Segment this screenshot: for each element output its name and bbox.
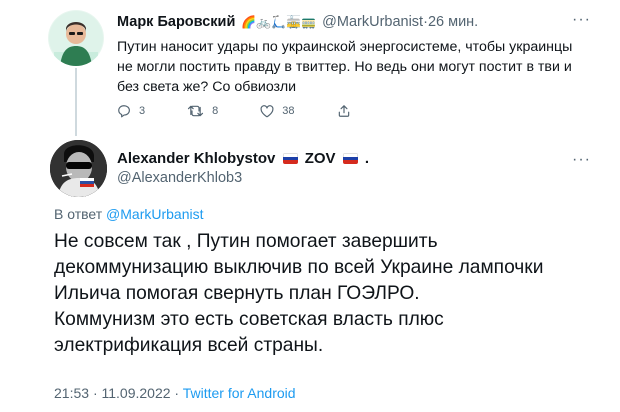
footer-separator: · xyxy=(92,385,98,401)
tweet2-date[interactable]: 11.09.2022 xyxy=(102,385,171,401)
tweet2-author-name[interactable]: Alexander Khlobystov xyxy=(117,150,275,167)
tweet2-text: Не совсем так , Путин помогает завершить… xyxy=(54,231,544,356)
reply-context: В ответ @MarkUrbanist xyxy=(54,206,203,222)
thread-line xyxy=(75,68,77,136)
retweet-count: 8 xyxy=(212,105,219,117)
tweet1-handle[interactable]: @MarkUrbanist xyxy=(322,14,423,30)
reply-icon xyxy=(118,105,130,118)
retweet-button[interactable]: 8 xyxy=(187,104,218,118)
tweet1-author-name[interactable]: Марк Баровский xyxy=(117,14,235,30)
footer-separator: · xyxy=(174,385,180,401)
tweet2-source[interactable]: Twitter for Android xyxy=(183,385,296,401)
like-icon xyxy=(260,104,274,117)
tweet1-timestamp[interactable]: 26 мин. xyxy=(428,14,478,30)
like-count: 38 xyxy=(282,105,295,117)
tweet2-header: Alexander Khlobystov ZOV . xyxy=(117,150,369,167)
tweet1-name-emoji: 🌈🚲🛴🚋🚃 xyxy=(241,15,317,29)
reply-button[interactable]: 3 xyxy=(117,104,145,118)
tweet1-header: Марк Баровский 🌈🚲🛴🚋🚃 @MarkUrbanist·26 ми… xyxy=(117,14,478,30)
reply-prefix: В ответ xyxy=(54,206,103,222)
tweet2-footer: 21:53 · 11.09.2022 · Twitter for Android xyxy=(54,385,296,401)
avatar[interactable] xyxy=(50,140,107,197)
russian-flag-icon xyxy=(342,153,358,164)
avatar[interactable] xyxy=(48,10,104,66)
tweet2-name-zov: ZOV xyxy=(304,150,336,167)
reply-to-link[interactable]: @MarkUrbanist xyxy=(106,206,203,222)
reply-count: 3 xyxy=(139,105,146,117)
like-button[interactable]: 38 xyxy=(260,104,295,118)
tweet2-handle[interactable]: @AlexanderKhlob3 xyxy=(117,170,242,186)
tweet2-time[interactable]: 21:53 xyxy=(54,385,89,401)
tweet1-actions: 3 8 38 xyxy=(117,103,401,119)
tweet2-name-dot: . xyxy=(364,150,370,167)
share-button[interactable] xyxy=(337,104,359,118)
tweet1-more-button[interactable]: ··· xyxy=(572,11,591,29)
russian-flag-icon xyxy=(282,153,298,164)
share-icon xyxy=(338,105,349,117)
tweet2-more-button[interactable]: ··· xyxy=(572,151,591,169)
tweet1-text: Путин наносит удары по украинской энерго… xyxy=(117,39,573,95)
retweet-icon xyxy=(188,105,204,117)
